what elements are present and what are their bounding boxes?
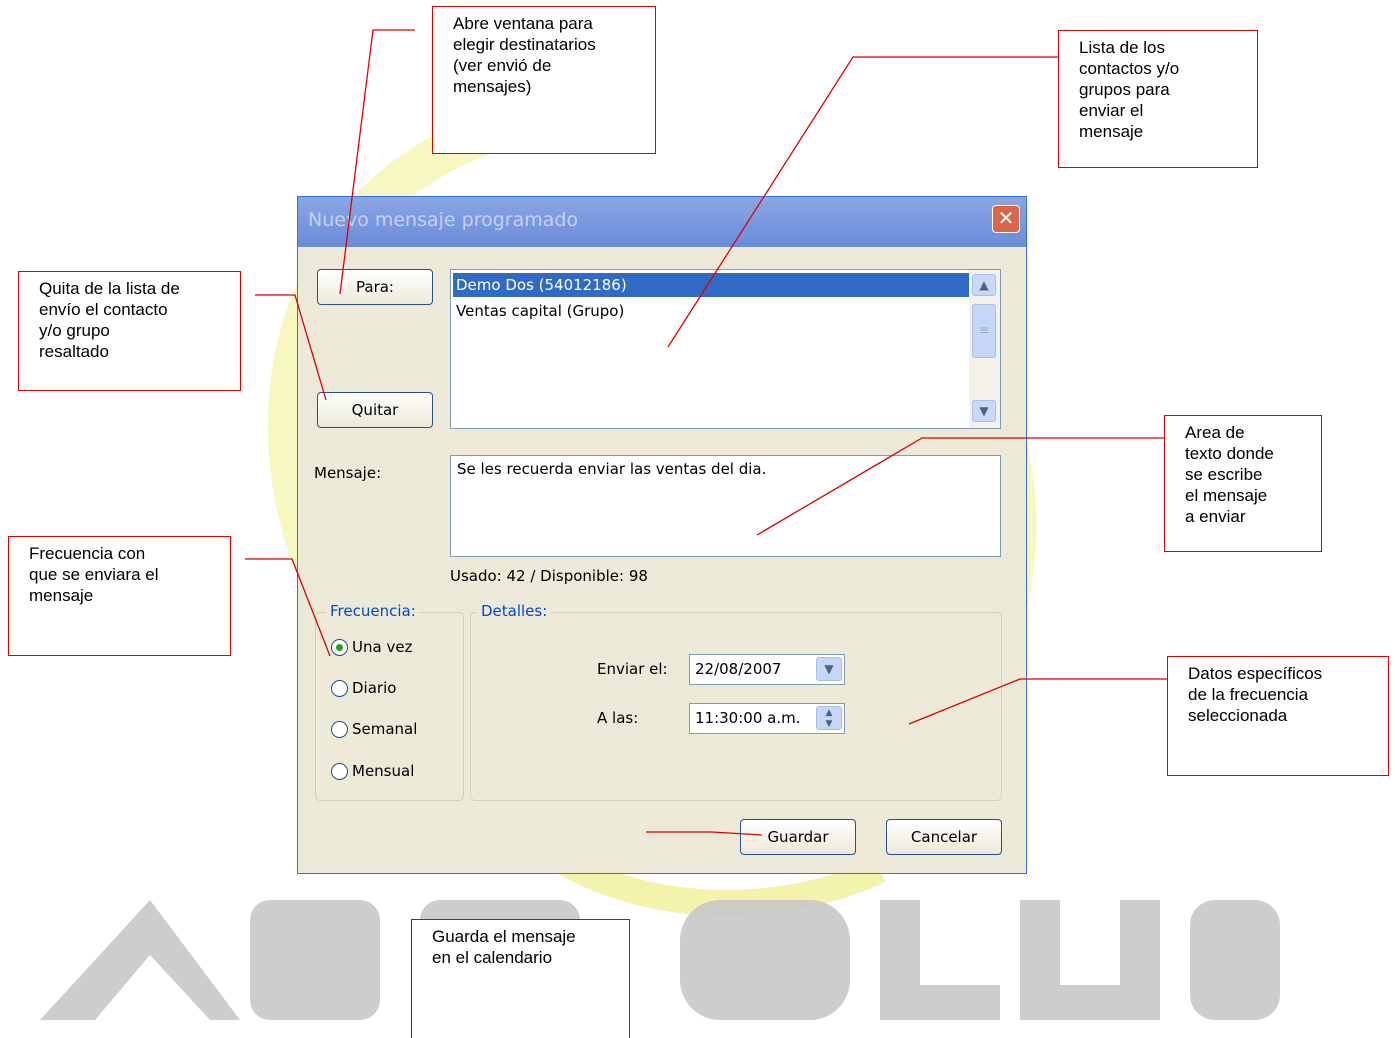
send-date-value: 22/08/2007 [695,660,782,678]
cancelar-button[interactable]: Cancelar [886,819,1002,855]
callout-datos: Datos específicos de la frecuencia selec… [1167,656,1389,776]
para-button[interactable]: Para: [317,269,433,305]
callout-guardar: Guarda el mensaje en el calendario [411,919,630,1038]
radio-semanal[interactable] [331,721,348,738]
radio-una-vez[interactable] [331,639,348,656]
callout-para: Abre ventana para elegir destinatarios (… [432,6,656,154]
callout-lista: Lista de los contactos y/o grupos para e… [1058,30,1258,168]
list-item[interactable]: Demo Dos (54012186) [453,273,970,297]
watermark-logo [40,900,1280,1020]
radio-mensual[interactable] [331,763,348,780]
chevron-down-icon[interactable]: ▼ [972,400,996,422]
title-bar[interactable]: Nuevo mensaje programado ✕ [298,197,1026,247]
chevron-down-icon[interactable]: ▼ [816,657,842,681]
window-title: Nuevo mensaje programado [308,209,579,231]
chevron-up-icon[interactable]: ▲ [972,274,996,296]
time-value: 11:30:00 a.m. [695,709,801,727]
message-label: Mensaje: [314,464,382,482]
callout-area: Area de texto donde se escribe el mensaj… [1164,415,1322,552]
close-icon[interactable]: ✕ [992,205,1020,233]
radio-una-vez-label[interactable]: Una vez [352,638,412,656]
recipients-scrollbar[interactable]: ▲ ≡ ▼ [969,270,1000,428]
quitar-button[interactable]: Quitar [317,392,433,428]
at-time-label: A las: [597,709,639,727]
details-legend: Detalles: [477,602,552,620]
callout-frecuencia: Frecuencia con que se enviara el mensaje [8,536,231,656]
radio-mensual-label[interactable]: Mensual [352,762,414,780]
send-on-label: Enviar el: [597,660,668,678]
spinner-arrows-icon[interactable]: ▲ ▼ [816,706,842,730]
radio-selected-dot [336,644,343,651]
radio-diario[interactable] [331,680,348,697]
callout-quitar: Quita de la lista de envío el contacto y… [18,271,241,391]
recipients-list[interactable]: Demo Dos (54012186) Ventas capital (Grup… [450,269,1001,429]
guardar-button[interactable]: Guardar [740,819,856,855]
message-textarea[interactable]: Se les recuerda enviar las ventas del di… [450,455,1001,557]
usage-counter: Usado: 42 / Disponible: 98 [450,567,648,585]
send-date-picker[interactable]: 22/08/2007 ▼ [689,654,845,685]
scrollbar-thumb[interactable]: ≡ [972,304,996,358]
radio-diario-label[interactable]: Diario [352,679,396,697]
time-spinner[interactable]: 11:30:00 a.m. ▲ ▼ [689,703,845,734]
frequency-legend: Frecuencia: [326,602,420,620]
radio-semanal-label[interactable]: Semanal [352,720,417,738]
list-item[interactable]: Ventas capital (Grupo) [453,299,624,323]
scheduled-message-dialog: Nuevo mensaje programado ✕ Para: Demo Do… [297,196,1027,874]
